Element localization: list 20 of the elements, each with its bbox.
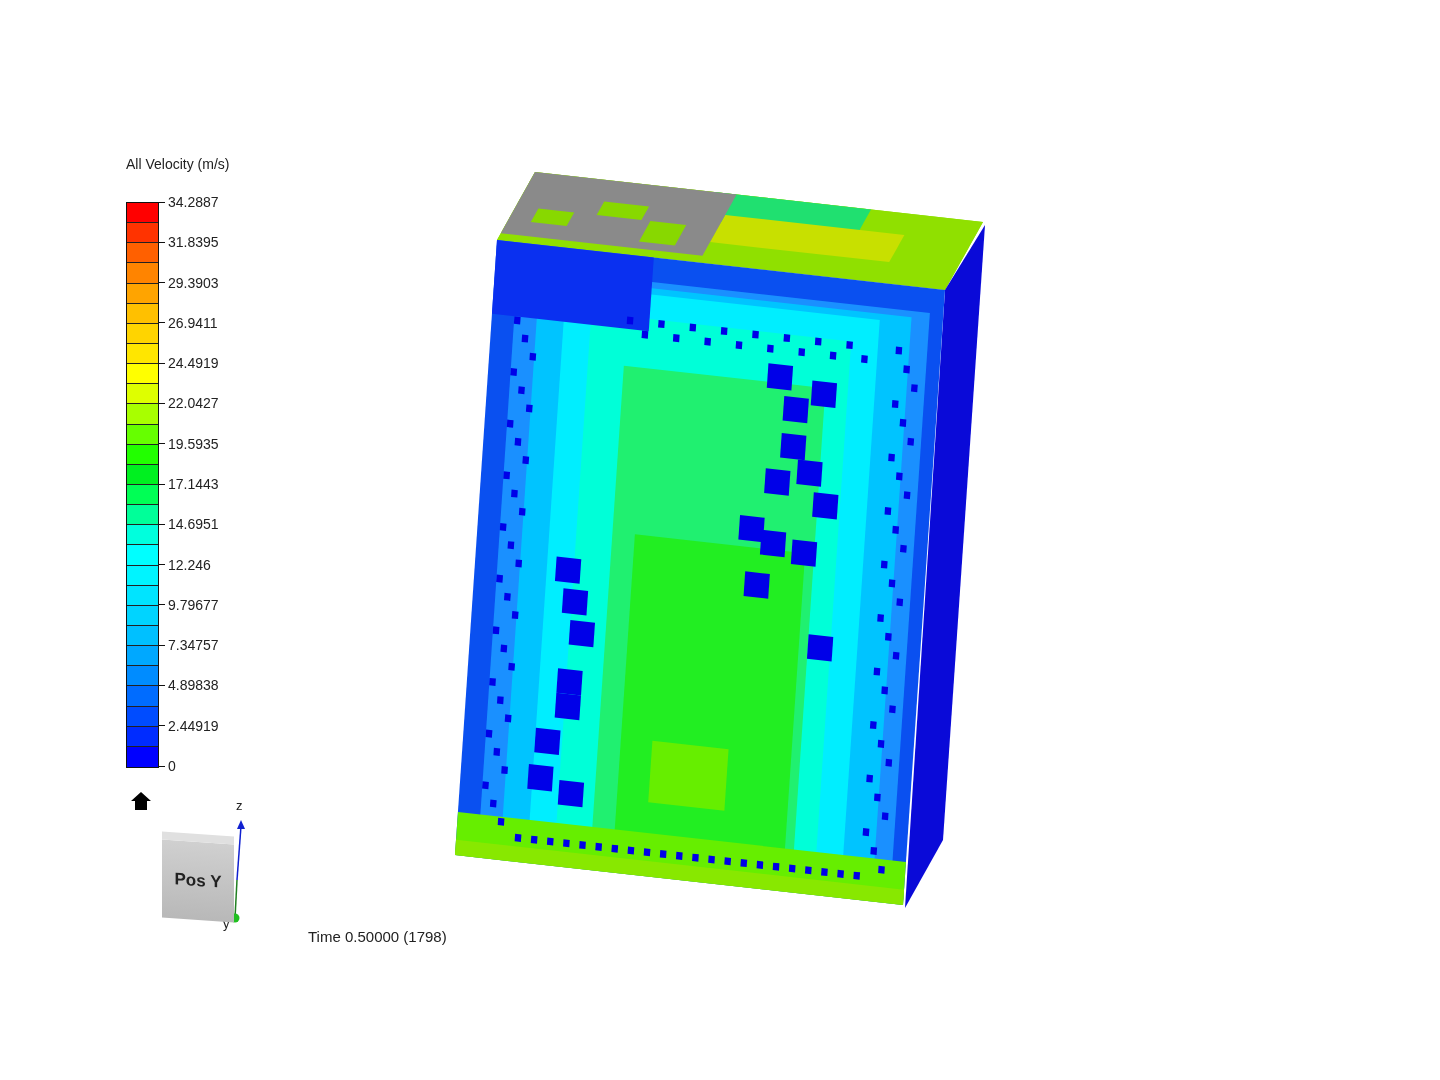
scale-value: 0 [168, 758, 176, 774]
axis-label: z [236, 798, 243, 813]
scale-value: 22.0427 [168, 395, 219, 412]
scale-value: 24.4919 [168, 355, 219, 372]
home-icon[interactable] [131, 792, 151, 810]
view-cube[interactable]: Pos Y [162, 831, 234, 923]
scale-value: 17.1443 [168, 476, 219, 492]
scale-value: 12.246 [168, 556, 211, 573]
scale-value: 7.34757 [168, 637, 219, 654]
scale-value: 29.3903 [168, 274, 219, 291]
scale-value: 19.5935 [168, 435, 219, 452]
scale-value: 9.79677 [168, 596, 219, 613]
legend-title: All Velocity (m/s) [126, 156, 231, 172]
scale-value: 34.2887 [168, 194, 219, 210]
scale-value: 4.89838 [168, 677, 219, 694]
scale-value: 2.44919 [168, 717, 219, 734]
scale-value: 14.6951 [168, 516, 219, 533]
scale-value: 26.9411 [168, 314, 218, 331]
time-label: Time 0.50000 (1798) [308, 928, 447, 945]
scale-value: 31.8395 [168, 234, 219, 251]
